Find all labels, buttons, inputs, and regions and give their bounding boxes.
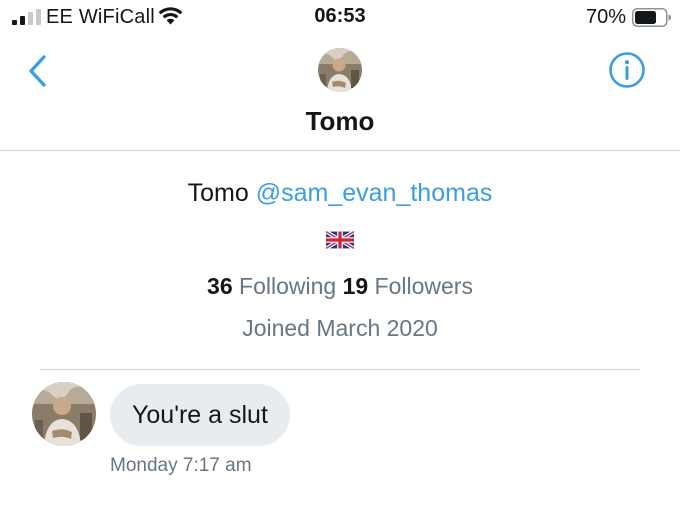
profile-card: Tomo @sam_evan_thomas 36 Following 19 Fo…: [0, 151, 680, 371]
status-bar: EE WiFiCall 06:53 70%: [0, 0, 680, 36]
following-label: Following: [239, 273, 337, 299]
followers-label: Followers: [374, 273, 473, 299]
profile-names: Tomo @sam_evan_thomas: [0, 179, 680, 208]
conversation-title: Tomo: [305, 106, 375, 136]
following-link[interactable]: 36 Following: [207, 273, 336, 299]
battery-percent: 70%: [585, 6, 626, 28]
joined-date: Joined March 2020: [242, 315, 438, 341]
profile-handle[interactable]: @sam_evan_thomas: [256, 179, 493, 207]
profile-name[interactable]: Tomo: [188, 179, 249, 207]
message-bubble[interactable]: You're a slut: [110, 384, 290, 446]
message-timestamp: Monday 7:17 am: [110, 455, 252, 476]
profile-divider: [40, 369, 640, 370]
following-count: 36: [207, 273, 233, 299]
conversation-header: Tomo: [0, 36, 680, 150]
uk-flag-icon: [326, 231, 354, 249]
back-button[interactable]: [24, 52, 52, 90]
clock: 06:53: [314, 5, 366, 27]
profile-stats: 36 Following 19 Followers: [0, 273, 680, 300]
battery-icon: [632, 8, 671, 27]
info-button[interactable]: [608, 51, 646, 89]
followers-link[interactable]: 19 Followers: [343, 273, 473, 299]
avatar[interactable]: [318, 48, 362, 92]
message-sender-avatar[interactable]: [32, 382, 96, 446]
followers-count: 19: [342, 273, 369, 299]
